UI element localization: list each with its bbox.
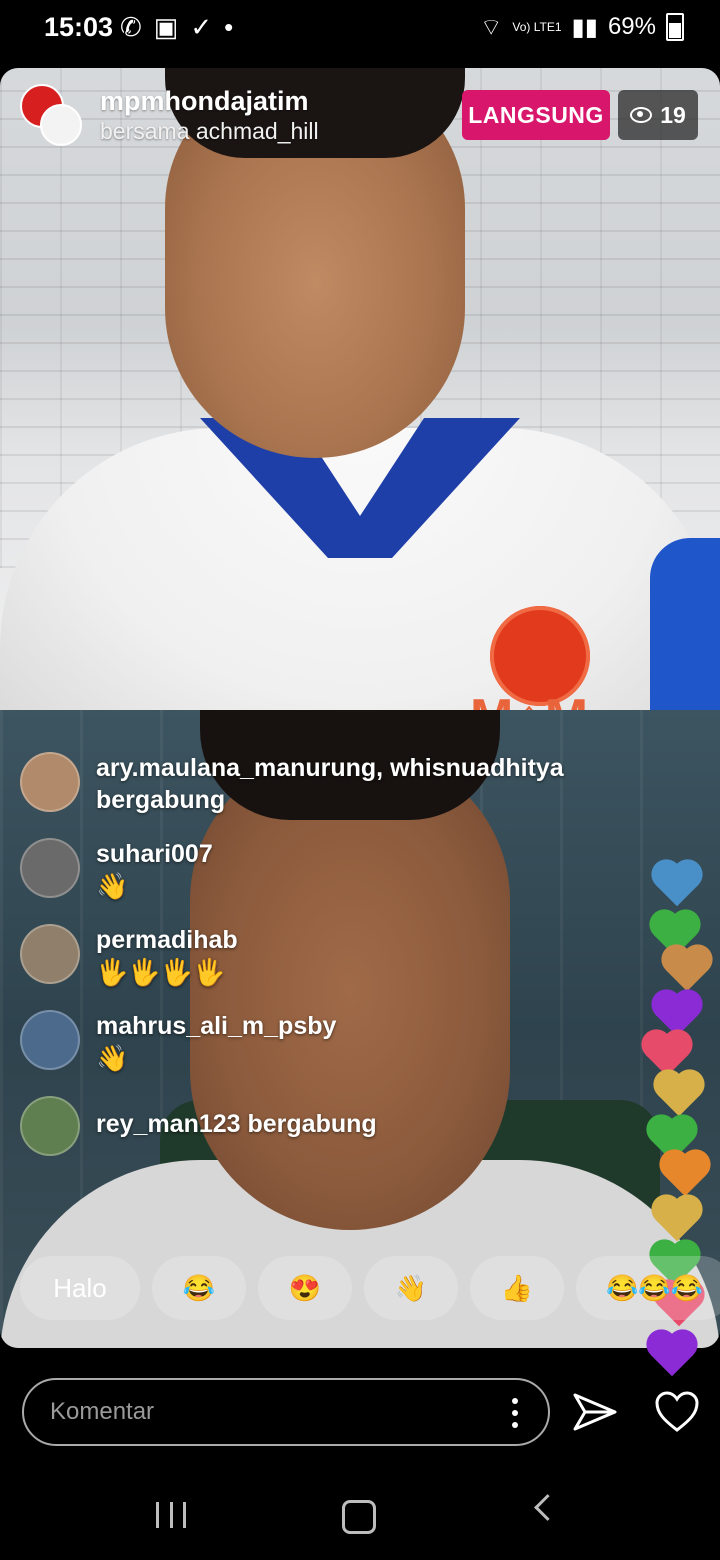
comment-item[interactable]: mahrus_ali_m_psby 👋 (20, 1010, 640, 1074)
eye-icon (630, 107, 653, 123)
status-bar: 15:03 ✆ ▣ ✓ • ⌔ Vo) LTE1 ▮▮ 69% (0, 0, 720, 60)
check-icon: ✓ (190, 12, 213, 42)
home-icon[interactable] (342, 1500, 376, 1534)
comment-item[interactable]: ary.maulana_manurung, whisnuadhitya berg… (20, 752, 640, 816)
comment-text: 👋 (96, 871, 129, 901)
back-icon[interactable] (534, 1494, 561, 1521)
commenter-avatar[interactable] (20, 838, 80, 898)
battery-icon (666, 13, 684, 41)
notification-icons: ✆ ▣ ✓ • (120, 12, 233, 43)
comment-item[interactable]: permadihab 🖐🖐🖐🖐 (20, 924, 640, 988)
commenter-username[interactable]: suhari007 (96, 838, 213, 870)
heart-icon[interactable] (654, 1390, 700, 1434)
commenter-username[interactable]: rey_man123 bergabung (96, 1108, 377, 1140)
with-guest-label[interactable]: bersama achmad_hill (100, 118, 319, 145)
comment-item[interactable]: suhari007 👋 (20, 838, 640, 902)
comment-list: ary.maulana_manurung, whisnuadhitya berg… (20, 752, 640, 1178)
wifi-icon: ⌔ (479, 14, 503, 41)
image-icon: ▣ (153, 12, 179, 42)
commenter-avatar[interactable] (20, 1096, 80, 1156)
floating-heart-icon (655, 1198, 699, 1242)
battery-percent: 69% (607, 13, 656, 40)
dot-icon: • (224, 12, 234, 42)
reaction-laugh-triple[interactable]: 😂😂😂 (576, 1256, 720, 1320)
system-status: ⌔ Vo) LTE1 ▮▮ 69% (480, 12, 684, 42)
system-nav-bar (0, 1468, 720, 1560)
reaction-thumbs-up[interactable]: 👍 (470, 1256, 564, 1320)
floating-heart-icon (650, 1333, 694, 1377)
quick-reactions: Halo 😂 😍 👋 👍 😂😂😂 (20, 1256, 720, 1322)
whatsapp-icon: ✆ (120, 12, 142, 42)
guest-avatar[interactable] (40, 104, 82, 146)
reaction-heart-eyes[interactable]: 😍 (258, 1256, 352, 1320)
commenter-username[interactable]: mahrus_ali_m_psby (96, 1010, 336, 1042)
reaction-laugh[interactable]: 😂 (152, 1256, 246, 1320)
host-sleeve (650, 538, 720, 710)
comment-item[interactable]: rey_man123 bergabung (20, 1096, 640, 1156)
floating-heart-icon (663, 1153, 707, 1197)
viewer-count: 19 (660, 101, 686, 128)
host-video[interactable]: M⌂M (0, 68, 720, 710)
signal-icon: ▮▮ (571, 13, 598, 41)
live-badge: LANGSUNG (462, 90, 610, 140)
comment-text: 👋 (96, 1043, 129, 1073)
recent-apps-icon[interactable] (156, 1502, 186, 1528)
commenter-username[interactable]: ary.maulana_manurung, whisnuadhitya (96, 752, 564, 784)
jacket-logo: M⌂M (470, 688, 588, 710)
reaction-wave[interactable]: 👋 (364, 1256, 458, 1320)
floating-heart-icon (657, 1073, 701, 1117)
send-icon[interactable] (572, 1392, 618, 1432)
floating-heart-icon (665, 948, 709, 992)
network-label: Vo) LTE1 (512, 20, 562, 34)
viewer-count-button[interactable]: 19 (618, 90, 698, 140)
host-jacket (0, 428, 720, 710)
commenter-avatar[interactable] (20, 924, 80, 984)
more-vertical-icon[interactable] (512, 1398, 518, 1428)
reaction-halo[interactable]: Halo (20, 1256, 140, 1320)
commenter-avatar[interactable] (20, 752, 80, 812)
host-username[interactable]: mpmhondajatim (100, 86, 309, 117)
comment-input[interactable]: Komentar (22, 1378, 550, 1446)
comment-text: 🖐🖐🖐🖐 (96, 957, 226, 987)
commenter-avatar[interactable] (20, 1010, 80, 1070)
floating-heart-icon (655, 863, 699, 907)
comment-placeholder: Komentar (50, 1398, 155, 1425)
commenter-username[interactable]: permadihab (96, 924, 238, 956)
clock: 15:03 (44, 12, 114, 42)
comment-text: bergabung (96, 786, 226, 814)
